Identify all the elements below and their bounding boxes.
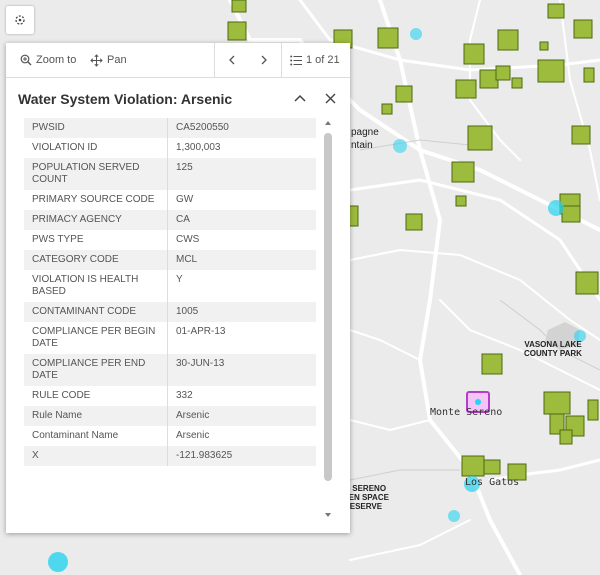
field-name: PWSID (24, 118, 168, 138)
field-name: CONTAMINANT CODE (24, 302, 168, 322)
collapse-button[interactable] (290, 88, 310, 108)
table-row: COMPLIANCE PER BEGIN DATE 01-APR-13 (24, 322, 316, 354)
table-row: CATEGORY CODE MCL (24, 250, 316, 270)
table-row: COMPLIANCE PER END DATE 30-JUN-13 (24, 354, 316, 386)
pan-label: Pan (107, 54, 127, 66)
list-icon (290, 55, 302, 65)
field-value: MCL (167, 250, 316, 270)
close-button[interactable] (320, 88, 340, 108)
next-feature-button[interactable] (256, 43, 272, 77)
field-name: PWS TYPE (24, 230, 168, 250)
pan-button[interactable]: Pan (90, 43, 127, 77)
field-name: PRIMARY SOURCE CODE (24, 190, 168, 210)
table-row: CONTAMINANT CODE 1005 (24, 302, 316, 322)
field-value: 01-APR-13 (176, 326, 226, 337)
zoom-to-label: Zoom to (36, 54, 77, 66)
place-label-champagne: pagne (351, 127, 379, 138)
pager-label: 1 of 21 (306, 54, 340, 66)
field-name: COMPLIANCE PER END DATE (24, 354, 168, 386)
feature-list-button[interactable]: 1 of 21 (290, 43, 340, 77)
scrollbar-thumb[interactable] (324, 133, 332, 481)
zoom-to-button[interactable]: Zoom to (20, 43, 76, 77)
field-name: PRIMACY AGENCY (24, 210, 168, 230)
field-value: Y (176, 274, 183, 285)
table-row: PWS TYPE CWS (24, 230, 316, 250)
table-row: PRIMARY SOURCE CODE GW (24, 190, 316, 210)
popup-toolbar: Zoom to Pan 1 of 21 (6, 43, 350, 78)
chevron-right-icon (261, 55, 267, 65)
layers-icon (15, 15, 25, 25)
field-value: 1005 (167, 302, 316, 322)
place-label-vasona: VASONA LAKE COUNTY PARK (524, 340, 582, 358)
table-row: PWSID CA5200550 (24, 118, 316, 138)
field-name: RULE CODE (24, 386, 168, 406)
field-value: 30-JUN-13 (167, 354, 316, 386)
field-value: Arsenic (167, 406, 316, 426)
chevron-left-icon (229, 55, 235, 65)
popup-title: Water System Violation: Arsenic (18, 91, 233, 107)
table-row: RULE CODE 332 (24, 386, 316, 406)
field-name: Rule Name (24, 406, 168, 426)
table-row: Rule Name Arsenic (24, 406, 316, 426)
field-value: 1,300,003 (176, 142, 221, 153)
attribute-table: PWSID CA5200550 VIOLATION ID 1,300,003 POPUL… (24, 118, 316, 466)
field-value: 332 (176, 390, 193, 401)
zoom-in-icon (20, 54, 32, 66)
field-name: COMPLIANCE PER BEGIN DATE (24, 322, 168, 354)
field-value: -121.983625 (167, 446, 316, 466)
field-name: X (24, 446, 168, 466)
field-value: CWS (176, 234, 200, 245)
table-row: VIOLATION IS HEALTH BASED Y (24, 270, 316, 302)
place-label-fountain: ntain (351, 140, 373, 151)
field-name: Contaminant Name (24, 426, 168, 446)
field-name: VIOLATION ID (24, 138, 168, 158)
scroll-down-arrow-icon[interactable] (325, 513, 331, 517)
place-label-monte-sereno: Monte Sereno (430, 407, 503, 418)
field-value: CA (167, 210, 316, 230)
field-name: CATEGORY CODE (24, 250, 168, 270)
table-row: VIOLATION ID 1,300,003 (24, 138, 316, 158)
table-row: X -121.983625 (24, 446, 316, 466)
field-value: CA5200550 (167, 118, 316, 138)
scroll-up-arrow-icon[interactable] (325, 121, 331, 125)
attribute-table-container[interactable]: PWSID CA5200550 VIOLATION ID 1,300,003 POPUL… (24, 118, 316, 521)
pan-icon (90, 53, 103, 67)
table-row: Contaminant Name Arsenic (24, 426, 316, 446)
field-name: VIOLATION IS HEALTH BASED (24, 270, 168, 302)
field-value: GW (176, 194, 194, 205)
table-row: POPULATION SERVED COUNT 125 (24, 158, 316, 190)
chevron-up-icon (294, 94, 306, 102)
field-value: Arsenic (176, 430, 210, 441)
previous-feature-button[interactable] (224, 43, 240, 77)
table-row: PRIMACY AGENCY CA (24, 210, 316, 230)
place-label-los-gatos: Los Gatos (465, 477, 520, 488)
close-icon (325, 93, 335, 103)
field-name: POPULATION SERVED COUNT (24, 158, 168, 190)
field-value: 125 (167, 158, 316, 190)
feature-popup: Zoom to Pan 1 of 21 Water System Violati… (6, 43, 350, 533)
layers-button[interactable] (6, 6, 34, 34)
